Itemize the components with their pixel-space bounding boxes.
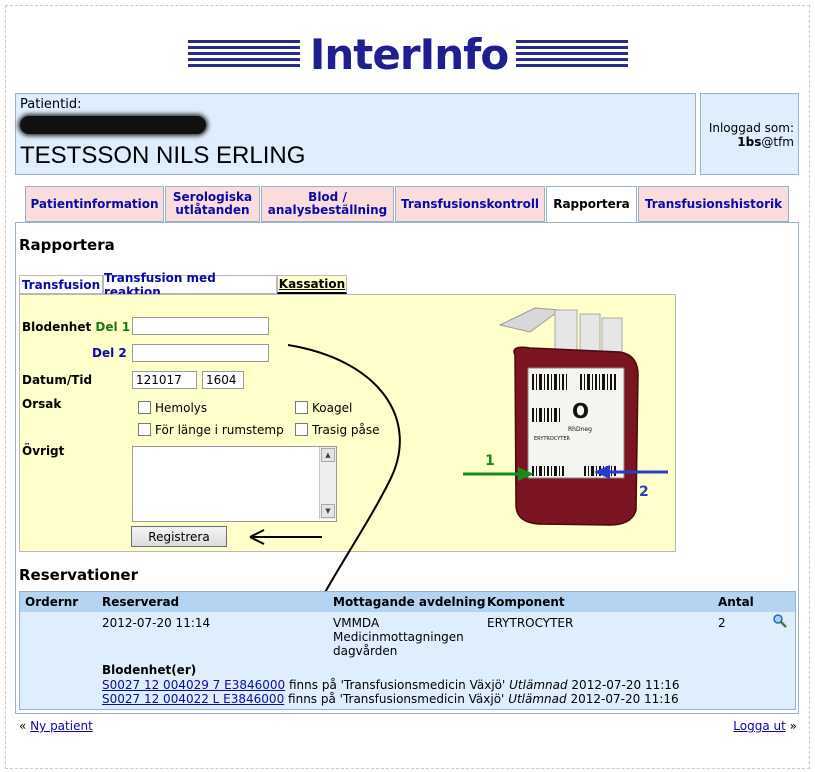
footer-right: Logga ut » xyxy=(733,719,797,733)
footer-right-suffix: » xyxy=(789,719,797,733)
blodenheter-label: Blodenhet(er) xyxy=(102,663,197,677)
col-komponent: Komponent xyxy=(487,595,565,609)
marker-2: 2 xyxy=(639,484,649,500)
unit-time-2: 2012-07-20 11:16 xyxy=(570,692,679,706)
marker-1: 1 xyxy=(485,453,495,469)
footer-left-prefix: « xyxy=(19,719,27,733)
unit-time-1: 2012-07-20 11:16 xyxy=(571,678,680,692)
col-reserverad: Reserverad xyxy=(102,595,180,609)
blood-bag-image: O RhDneg ERYTROCYTER 1 2 xyxy=(463,307,668,526)
unit-row-2: S0027 12 004022 L E3846000 finns på 'Tra… xyxy=(102,692,679,706)
footer-left: « Ny patient xyxy=(19,719,93,733)
reservations-title: Reservationer xyxy=(19,566,138,584)
bag-tubes xyxy=(498,307,562,333)
unit-location-2: finns på 'Transfusionsmedicin Växjö' xyxy=(288,692,505,706)
row-avdelning: VMMDA Medicinmottagningen dagvården xyxy=(333,616,483,658)
unit-link-2[interactable]: S0027 12 004022 L E3846000 xyxy=(102,692,284,706)
unit-status-2: Utlämnad xyxy=(508,692,567,706)
row-antal: 2 xyxy=(718,616,726,630)
bag-bloodgroup: O xyxy=(572,399,589,423)
ny-patient-link[interactable]: Ny patient xyxy=(30,719,93,733)
search-details-icon[interactable] xyxy=(773,614,787,628)
bag-product: ERYTROCYTER xyxy=(534,436,571,442)
unit-row-1: S0027 12 004029 7 E3846000 finns på 'Tra… xyxy=(102,678,680,692)
col-mottagande-avdelning: Mottagande avdelning xyxy=(333,595,486,609)
bag-label xyxy=(527,367,625,479)
bag-rh: RhDneg xyxy=(568,426,592,433)
row-reserverad: 2012-07-20 11:14 xyxy=(102,616,211,630)
col-ordernr: Ordernr xyxy=(25,595,79,609)
unit-location-1: finns på 'Transfusionsmedicin Växjö' xyxy=(288,678,506,692)
table-header: Ordernr Reserverad Mottagande avdelning … xyxy=(20,592,795,612)
row-komponent: ERYTROCYTER xyxy=(487,616,574,630)
avdelning-code: VMMDA xyxy=(333,616,380,630)
unit-link-1[interactable]: S0027 12 004029 7 E3846000 xyxy=(102,678,285,692)
reservations-table: Ordernr Reserverad Mottagande avdelning … xyxy=(19,591,796,710)
avdelning-name: Medicinmottagningen dagvården xyxy=(333,630,464,658)
col-antal: Antal xyxy=(718,595,754,609)
logga-ut-link[interactable]: Logga ut xyxy=(733,719,786,733)
unit-status-1: Utlämnad xyxy=(509,678,568,692)
